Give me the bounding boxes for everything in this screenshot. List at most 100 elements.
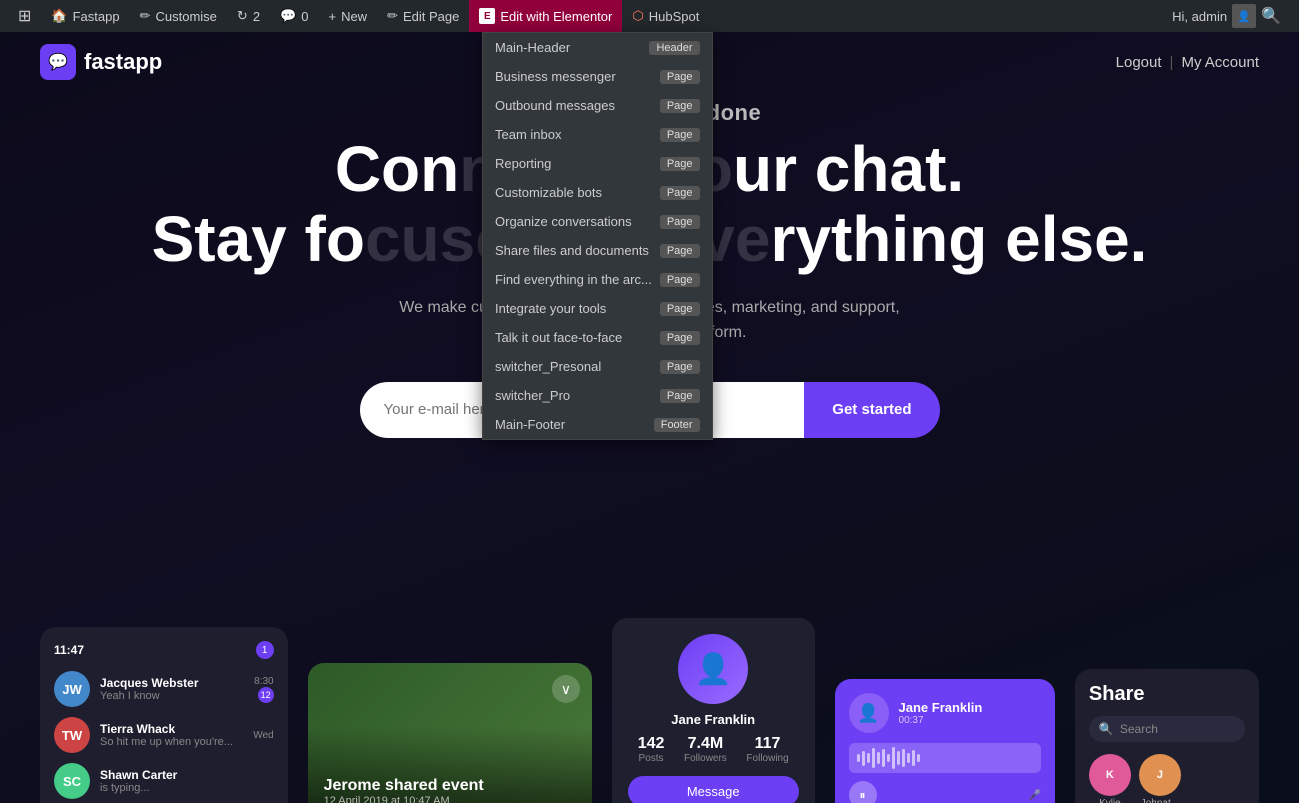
dropdown-item-find-everything[interactable]: Find everything in the arc... Page (483, 265, 712, 294)
pencil-icon: ✏ (387, 8, 398, 24)
search-icon[interactable]: 🔍 (1261, 6, 1281, 26)
message-button[interactable]: Message (628, 776, 799, 803)
edit-icon: ✏ (140, 8, 151, 24)
stats-avatar: 👤 (678, 634, 748, 704)
audio-waveform (849, 743, 1041, 773)
edit-page-button[interactable]: ✏ Edit Page (377, 0, 469, 32)
dropdown-item-label: Talk it out face-to-face (495, 330, 652, 345)
stats-card-inner: 👤 Jane Franklin 142 Posts 7.4M Followers… (628, 634, 799, 803)
dropdown-item-switcher-personal[interactable]: switcher_Presonal Page (483, 352, 712, 381)
dropdown-item-label: Main-Header (495, 40, 641, 55)
customise-button[interactable]: ✏ Customise (130, 0, 227, 32)
dropdown-item-customizable-bots[interactable]: Customizable bots Page (483, 178, 712, 207)
share-title: Share (1089, 683, 1245, 706)
site-header-right: Logout | My Account (1116, 54, 1259, 71)
dropdown-item-badge: Page (660, 389, 700, 403)
dropdown-item-integrate-tools[interactable]: Integrate your tools Page (483, 294, 712, 323)
new-button[interactable]: + New (318, 0, 377, 32)
stat-posts: 142 Posts (638, 735, 665, 764)
dropdown-item-main-header[interactable]: Main-Header Header (483, 33, 712, 62)
updates-button[interactable]: ↻ 2 (227, 0, 270, 32)
chat-name-2: Tierra Whack (100, 722, 233, 736)
wave-bar (857, 754, 860, 762)
dropdown-item-outbound-messages[interactable]: Outbound messages Page (483, 91, 712, 120)
chat-name-3: Shawn Carter (100, 768, 177, 782)
dropdown-item-badge: Page (660, 157, 700, 171)
dropdown-item-switcher-pro[interactable]: switcher_Pro Page (483, 381, 712, 410)
chat-message-3: SC Shawn Carter is typing... (54, 763, 274, 799)
wave-bar (882, 749, 885, 767)
dropdown-item-team-inbox[interactable]: Team inbox Page (483, 120, 712, 149)
dropdown-item-badge: Footer (654, 418, 700, 432)
event-date: 12 April 2019 at 10:47 AM (324, 795, 484, 803)
audio-pause-button[interactable]: ⏸ (849, 781, 877, 803)
comments-icon: 💬 (280, 8, 296, 24)
dropdown-item-label: Reporting (495, 156, 652, 171)
dropdown-item-main-footer[interactable]: Main-Footer Footer (483, 410, 712, 439)
share-search-bar[interactable]: 🔍 Search (1089, 716, 1245, 742)
dropdown-item-business-messenger[interactable]: Business messenger Page (483, 62, 712, 91)
comments-button[interactable]: 💬 0 (270, 0, 318, 32)
wave-bar (872, 748, 875, 768)
chat-time: 11:47 (54, 643, 84, 657)
chat-preview-3: is typing... (100, 782, 177, 794)
stats-preview-card: 👤 Jane Franklin 142 Posts 7.4M Followers… (612, 618, 815, 803)
dropdown-item-label: Main-Footer (495, 417, 646, 432)
dropdown-item-organize-conversations[interactable]: Organize conversations Page (483, 207, 712, 236)
get-started-button[interactable]: Get started (804, 382, 939, 438)
wave-bar (902, 749, 905, 767)
wave-bar (877, 752, 880, 764)
hubspot-icon: ⬡ (632, 8, 643, 24)
audio-avatar: 👤 (849, 693, 889, 733)
updates-icon: ↻ (237, 8, 248, 24)
dropdown-item-talk-face-to-face[interactable]: Talk it out face-to-face Page (483, 323, 712, 352)
event-info: Jerome shared event 12 April 2019 at 10:… (324, 777, 484, 803)
chat-badge: 1 (256, 641, 274, 659)
wave-bar (862, 751, 865, 766)
site-logo[interactable]: 💬 fastapp (40, 44, 162, 80)
my-account-link[interactable]: My Account (1181, 54, 1259, 71)
audio-header: 👤 Jane Franklin 00:37 (849, 693, 1041, 733)
share-search-label: Search (1120, 722, 1158, 736)
wave-bar (887, 754, 890, 762)
dropdown-item-reporting[interactable]: Reporting Page (483, 149, 712, 178)
dropdown-item-badge: Page (660, 186, 700, 200)
dropdown-item-label: Team inbox (495, 127, 652, 142)
elementor-icon: E (479, 8, 495, 24)
wave-bar (867, 753, 870, 763)
event-expand-icon[interactable]: ∨ (552, 675, 580, 703)
dropdown-item-label: Organize conversations (495, 214, 652, 229)
dropdown-item-label: Find everything in the arc... (495, 272, 652, 287)
chat-message-1: JW Jacques Webster Yeah I know 8:30 12 (54, 671, 274, 707)
chat-unread-1: 12 (258, 687, 274, 703)
dropdown-item-badge: Header (649, 41, 699, 55)
stats-numbers: 142 Posts 7.4M Followers 117 Following (628, 735, 799, 764)
dropdown-item-badge: Page (660, 128, 700, 142)
logout-link[interactable]: Logout (1116, 54, 1162, 71)
dropdown-item-badge: Page (660, 273, 700, 287)
dropdown-item-label: Integrate your tools (495, 301, 652, 316)
audio-preview-card: 👤 Jane Franklin 00:37 ⏸ 🎤 (835, 679, 1055, 803)
hubspot-button[interactable]: ⬡ HubSpot (622, 0, 709, 32)
chat-preview-1: Yeah I know (100, 690, 199, 702)
stat-following: 117 Following (746, 735, 788, 764)
share-avatar-img-kylie: K (1089, 754, 1131, 796)
home-icon: 🏠 (51, 8, 67, 24)
dropdown-item-share-files[interactable]: Share files and documents Page (483, 236, 712, 265)
stats-name: Jane Franklin (628, 712, 799, 727)
dropdown-item-label: Business messenger (495, 69, 652, 84)
logo-icon: 💬 (40, 44, 76, 80)
dropdown-item-label: switcher_Pro (495, 388, 652, 403)
plus-icon: + (328, 9, 336, 24)
edit-with-elementor-button[interactable]: E Edit with Elementor (469, 0, 622, 32)
dropdown-item-badge: Page (660, 70, 700, 84)
share-preview-card: Share 🔍 Search K Kylie J Johnat... (1075, 669, 1259, 803)
dropdown-item-label: switcher_Presonal (495, 359, 652, 374)
chat-time-2: Wed (253, 730, 273, 741)
search-icon: 🔍 (1099, 722, 1114, 736)
wave-bar (907, 753, 910, 763)
fastapp-menu-item[interactable]: 🏠 Fastapp (41, 0, 129, 32)
admin-avatar[interactable]: 👤 (1232, 4, 1256, 28)
wp-icon: ⊞ (18, 6, 31, 26)
wp-logo-button[interactable]: ⊞ (8, 0, 41, 32)
